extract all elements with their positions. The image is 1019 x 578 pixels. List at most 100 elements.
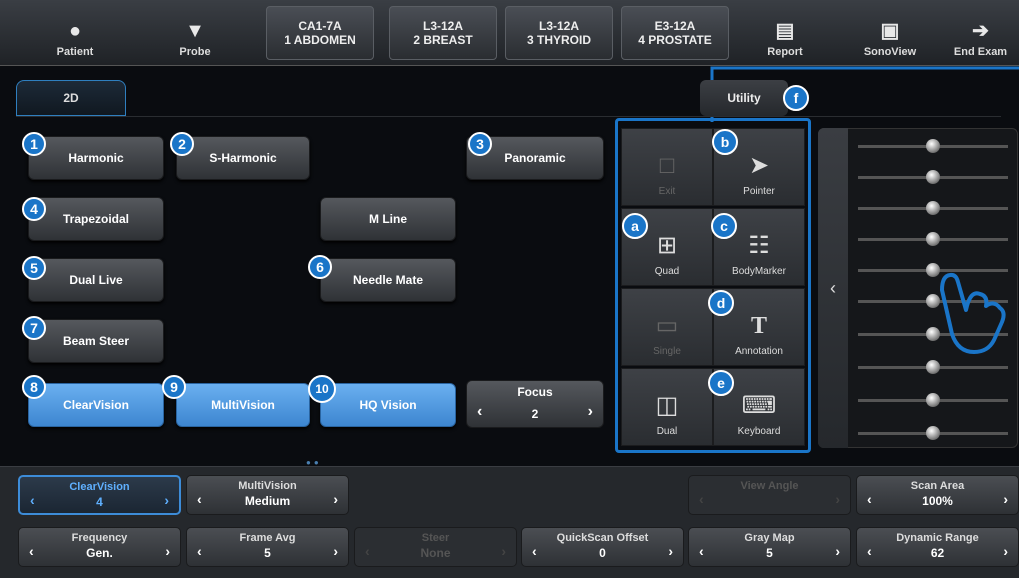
exit-label: Exit: [658, 186, 676, 197]
harmonic-button[interactable]: Harmonic: [28, 136, 164, 180]
chevron-right-icon[interactable]: ›: [588, 403, 593, 421]
control-value: 0: [599, 546, 606, 560]
control-title: Gray Map: [744, 532, 795, 544]
chevron-right-icon[interactable]: ›: [1003, 543, 1008, 559]
preset-button-1[interactable]: CA1-7A 1 ABDOMEN: [266, 6, 374, 60]
control-value: 62: [930, 546, 945, 560]
dual-live-button[interactable]: Dual Live: [28, 258, 164, 302]
utility-tab[interactable]: Utility: [700, 80, 788, 116]
tab-2d[interactable]: 2D: [16, 80, 126, 116]
tgc-slider-knob[interactable]: [926, 139, 940, 153]
gray-map-control[interactable]: Gray Map 5 ‹ ›: [688, 527, 851, 567]
tgc-slider-knob[interactable]: [926, 393, 940, 407]
multivision-button[interactable]: MultiVision: [176, 383, 310, 427]
collapse-panel-button[interactable]: ‹: [818, 128, 848, 448]
bodymarker-icon: ☷: [748, 232, 770, 259]
chevron-left-icon[interactable]: ‹: [30, 492, 35, 508]
keyboard-label: Keyboard: [737, 426, 781, 437]
quad-icon: ⊞: [656, 232, 678, 259]
chevron-left-icon[interactable]: ‹: [867, 543, 872, 559]
chevron-left-icon[interactable]: ‹: [365, 543, 370, 559]
callout-9: 9: [162, 375, 186, 399]
chevron-right-icon[interactable]: ›: [165, 543, 170, 559]
single-button[interactable]: ▭ Single: [621, 288, 713, 366]
preset-probe: CA1-7A: [298, 19, 342, 33]
clearvision-button[interactable]: ClearVision: [28, 383, 164, 427]
dual-icon: ◫: [655, 392, 679, 419]
chevron-right-icon[interactable]: ›: [333, 543, 338, 559]
control-title: Frame Avg: [239, 532, 296, 544]
control-title: QuickScan Offset: [556, 532, 649, 544]
preset-name: 1 ABDOMEN: [284, 33, 356, 47]
scan-area-control[interactable]: Scan Area 100% ‹ ›: [856, 475, 1019, 515]
control-title: View Angle: [740, 480, 799, 492]
chevron-left-icon[interactable]: ‹: [867, 491, 872, 507]
quickscan-offset-control[interactable]: QuickScan Offset 0 ‹ ›: [521, 527, 684, 567]
annotation-icon: T: [750, 313, 767, 339]
dynamic-range-control[interactable]: Dynamic Range 62 ‹ ›: [856, 527, 1019, 567]
steer-control[interactable]: Steer None ‹ ›: [354, 527, 517, 567]
tgc-slider-knob[interactable]: [926, 426, 940, 440]
callout-a: a: [622, 213, 648, 239]
callout-7: 7: [22, 316, 46, 340]
exit-button[interactable]: □ Exit: [621, 128, 713, 206]
preset-button-4[interactable]: E3-12A 4 PROSTATE: [621, 6, 729, 60]
tab-divider: [16, 116, 1001, 117]
chevron-right-icon[interactable]: ›: [835, 491, 840, 507]
chevron-right-icon[interactable]: ›: [501, 543, 506, 559]
sonoview-button[interactable]: ▣ SonoView: [850, 0, 930, 64]
beam-steer-button[interactable]: Beam Steer: [28, 319, 164, 363]
preset-probe: L3-12A: [422, 19, 463, 33]
sonoview-icon: ▣: [880, 20, 900, 42]
chevron-left-icon[interactable]: ‹: [699, 543, 704, 559]
preset-probe: E3-12A: [654, 19, 696, 33]
trapezoidal-button[interactable]: Trapezoidal: [28, 197, 164, 241]
callout-f: f: [783, 85, 809, 111]
chevron-right-icon[interactable]: ›: [1003, 491, 1008, 507]
chevron-left-icon[interactable]: ‹: [532, 543, 537, 559]
focus-value: 2: [531, 407, 539, 421]
control-value: 100%: [922, 494, 953, 508]
preset-button-3[interactable]: L3-12A 3 THYROID: [505, 6, 613, 60]
report-icon: ▤: [775, 20, 795, 42]
probe-button[interactable]: ▼ Probe: [150, 0, 240, 64]
dual-button[interactable]: ◫ Dual: [621, 368, 713, 446]
preset-button-2[interactable]: L3-12A 2 BREAST: [389, 6, 497, 60]
tgc-slider-knob[interactable]: [926, 170, 940, 184]
hq-vision-button[interactable]: HQ Vision: [320, 383, 456, 427]
chevron-left-icon[interactable]: ‹: [197, 543, 202, 559]
control-value: 5: [264, 546, 271, 560]
report-button[interactable]: ▤ Report: [745, 0, 825, 64]
view-angle-control[interactable]: View Angle ‹ ›: [688, 475, 851, 515]
patient-button[interactable]: ● Patient: [30, 0, 120, 64]
clearvision-control[interactable]: ClearVision 4 ‹ ›: [18, 475, 181, 515]
control-value: 5: [766, 546, 773, 560]
chevron-left-icon[interactable]: ‹: [699, 491, 704, 507]
exit-icon: □: [659, 152, 675, 179]
focus-control[interactable]: Focus ‹ 2 ›: [466, 380, 604, 428]
tgc-slider-knob[interactable]: [926, 201, 940, 215]
chevron-right-icon[interactable]: ›: [333, 491, 338, 507]
chevron-left-icon[interactable]: ‹: [197, 491, 202, 507]
chevron-right-icon[interactable]: ›: [164, 492, 169, 508]
end-exam-button[interactable]: ➔ End Exam: [942, 0, 1019, 64]
patient-icon: ●: [68, 20, 82, 42]
frequency-control[interactable]: Frequency Gen. ‹ ›: [18, 527, 181, 567]
callout-1: 1: [22, 132, 46, 156]
swipe-hand-icon: [940, 272, 1006, 354]
chevron-right-icon[interactable]: ›: [668, 543, 673, 559]
tgc-slider-knob[interactable]: [926, 360, 940, 374]
chevron-right-icon[interactable]: ›: [835, 543, 840, 559]
multivision-control[interactable]: MultiVision Medium ‹ ›: [186, 475, 349, 515]
control-value: Medium: [244, 494, 291, 508]
callout-b: b: [712, 129, 738, 155]
sonoview-label: SonoView: [863, 46, 917, 58]
control-value: None: [420, 546, 451, 560]
frame-avg-control[interactable]: Frame Avg 5 ‹ ›: [186, 527, 349, 567]
s-harmonic-button[interactable]: S-Harmonic: [176, 136, 310, 180]
tgc-slider-knob[interactable]: [926, 232, 940, 246]
preset-name: 4 PROSTATE: [638, 33, 712, 47]
m-line-button[interactable]: M Line: [320, 197, 456, 241]
chevron-left-icon[interactable]: ‹: [29, 543, 34, 559]
needle-mate-button[interactable]: Needle Mate: [320, 258, 456, 302]
